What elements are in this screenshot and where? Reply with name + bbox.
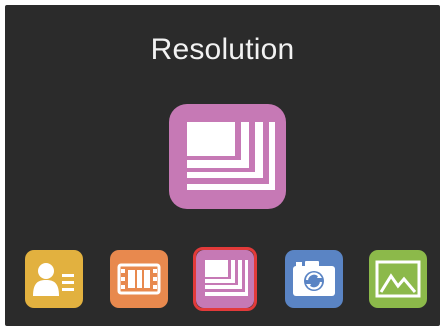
photo-icon: [369, 250, 427, 308]
user-profile-icon: [25, 250, 83, 308]
device-screen: Resolution: [5, 5, 440, 326]
resolution-icon: [196, 250, 254, 308]
film-icon: [110, 250, 168, 308]
menu-item-camera[interactable]: [285, 250, 343, 308]
menu-item-photo[interactable]: [369, 250, 427, 308]
page-title: Resolution: [150, 33, 295, 66]
menu-item-resolution[interactable]: [193, 247, 257, 311]
menu-item-video[interactable]: [110, 250, 168, 308]
menu-item-profile[interactable]: [25, 250, 83, 308]
resolution-preview-icon: [169, 104, 286, 209]
camera-rotate-icon: [285, 250, 343, 308]
